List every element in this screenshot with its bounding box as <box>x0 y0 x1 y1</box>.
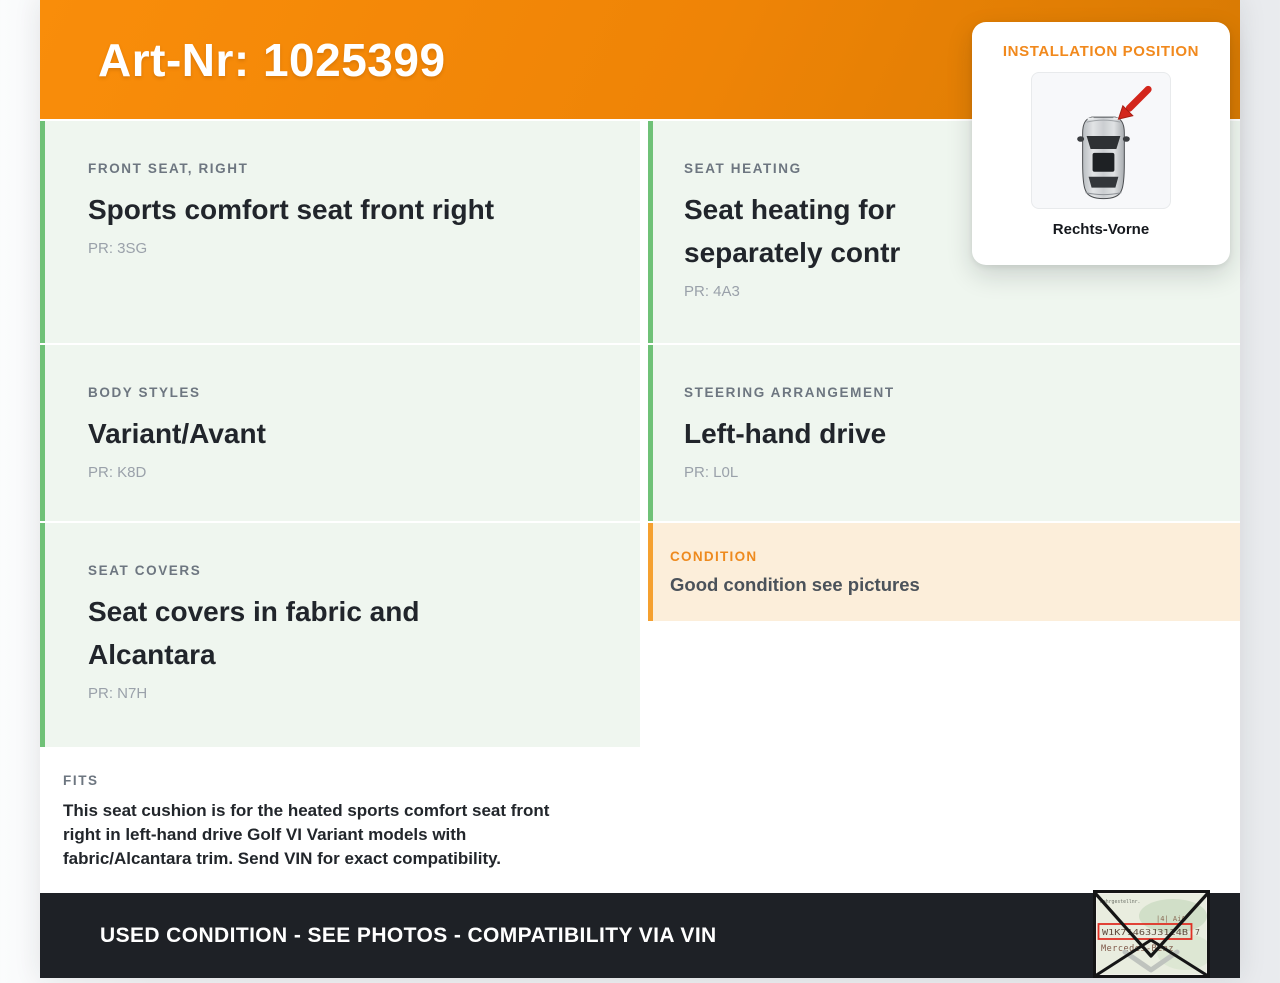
footer-banner: USED CONDITION - SEE PHOTOS - COMPATIBIL… <box>40 893 1240 978</box>
pr-code: PR: 3SG <box>88 240 148 257</box>
vin-document-image: Fahrgestellnr. |4| AiA W1K71463J3124B 7 … <box>1093 890 1213 978</box>
card-body-styles: BODY STYLES Variant/Avant PR: K8D <box>40 345 640 521</box>
vin-suffix: 7 <box>1195 928 1200 937</box>
product-sheet: Art-Nr: 1025399 FRONT SEAT, RIGHT Sports… <box>0 0 1280 978</box>
card-label: FRONT SEAT, RIGHT <box>88 161 249 176</box>
installation-position-value: Rechts-Vorne <box>1052 221 1150 238</box>
fits-description: This seat cushion is for the heated spor… <box>63 801 550 868</box>
red-arrow-down-left-icon <box>1117 85 1152 120</box>
installation-position-label: INSTALLATION POSITION <box>1002 43 1200 60</box>
card-steering: STEERING ARRANGEMENT Left-hand drive PR:… <box>648 345 1240 521</box>
card-label: BODY STYLES <box>88 385 201 400</box>
envelope-icon: Fahrgestellnr. |4| AiA W1K71463J3124B 7 … <box>1093 890 1213 978</box>
card-condition: CONDITION Good condition see pictures <box>648 523 1240 621</box>
pr-code: PR: K8D <box>88 464 147 481</box>
car-position-image <box>1031 72 1171 209</box>
card-title: Variant/Avant <box>88 418 266 449</box>
card-front-seat: FRONT SEAT, RIGHT Sports comfort seat fr… <box>40 121 640 343</box>
installation-position-card: INSTALLATION POSITION Rechts-Vorne <box>972 22 1230 265</box>
car-top-view-icon <box>1077 85 1152 199</box>
card-label: SEAT COVERS <box>88 563 202 578</box>
pr-code: PR: N7H <box>88 685 148 702</box>
article-number-title: Art-Nr: 1025399 <box>98 33 446 86</box>
condition-value: Good condition see pictures <box>670 574 920 595</box>
card-seat-covers: SEAT COVERS Seat covers in fabric and Al… <box>40 523 640 747</box>
card-label: STEERING ARRANGEMENT <box>684 385 895 400</box>
card-title: Left-hand drive <box>684 418 887 449</box>
card-label: FITS <box>63 773 99 788</box>
card-title: Seat covers in fabric and Alcantara <box>88 596 420 670</box>
pr-code: PR: 4A3 <box>684 283 740 300</box>
car-body <box>1077 116 1130 199</box>
card-fits: FITS This seat cushion is for the heated… <box>40 749 640 891</box>
footer-text: USED CONDITION - SEE PHOTOS - COMPATIBIL… <box>100 923 717 947</box>
pr-code: PR: L0L <box>684 464 739 481</box>
card-title: Sports comfort seat front right <box>88 194 495 225</box>
card-label: CONDITION <box>670 549 758 564</box>
